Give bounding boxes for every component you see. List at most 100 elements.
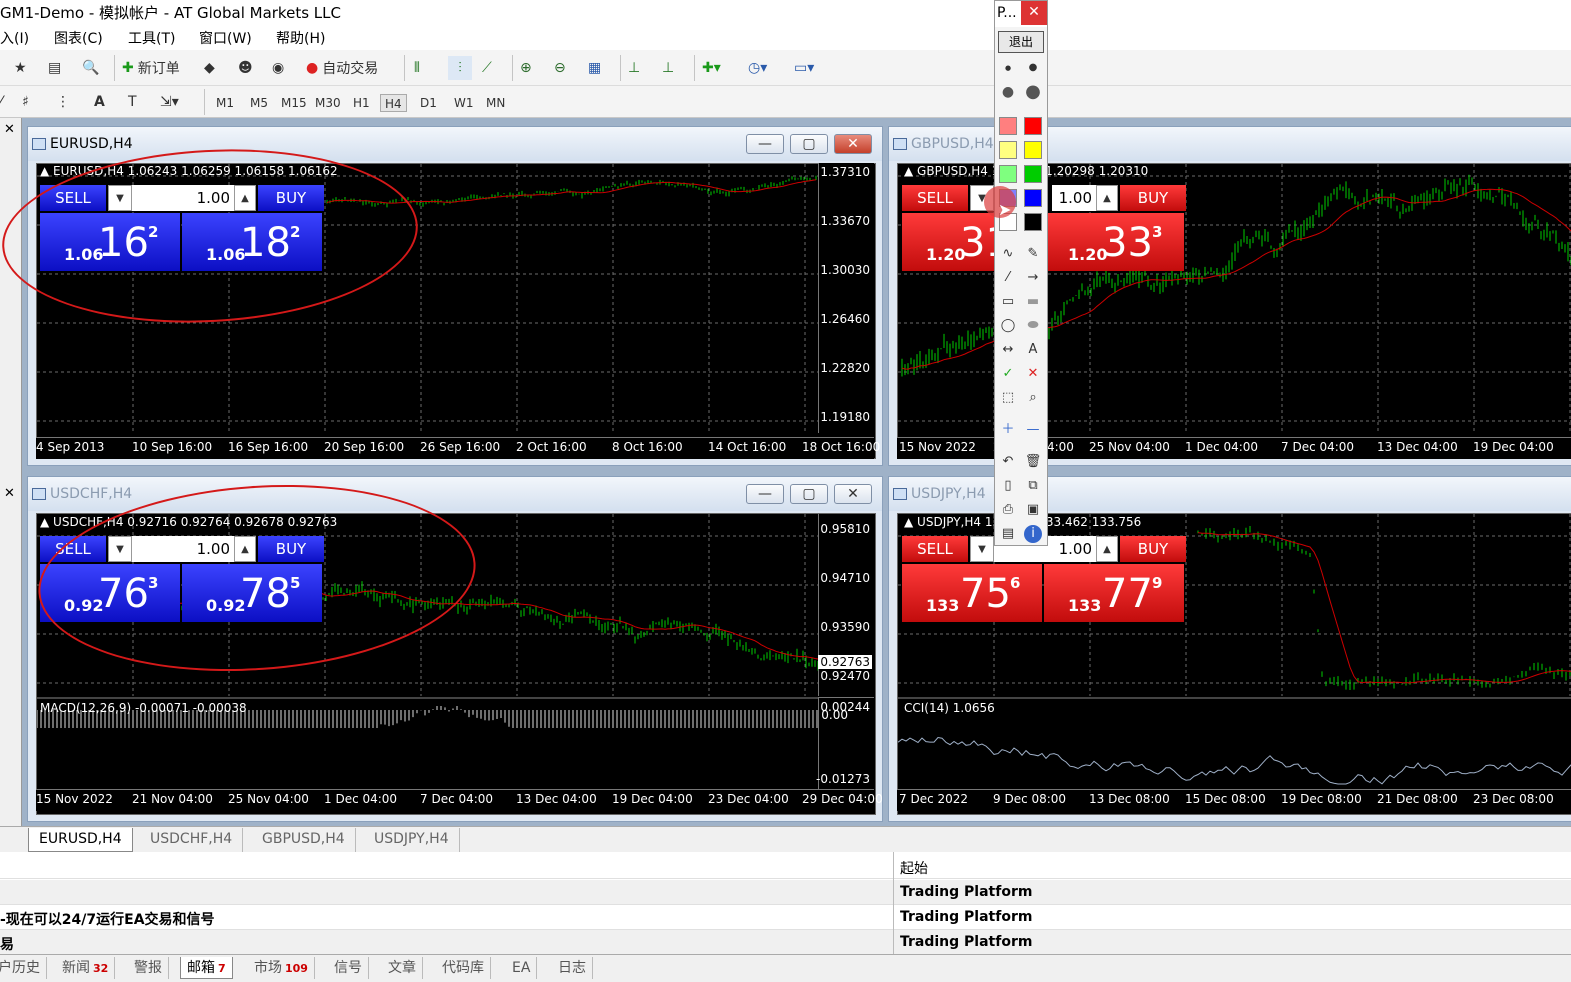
- tf-h4[interactable]: H4: [380, 94, 407, 112]
- filled-ellipse-icon[interactable]: ⬬: [1024, 317, 1042, 335]
- menu-tools[interactable]: 工具(T): [128, 28, 175, 48]
- close-button[interactable]: ✕: [834, 484, 872, 504]
- print-icon[interactable]: ⎙: [999, 501, 1017, 519]
- tab-alerts[interactable]: 警报: [128, 957, 169, 979]
- auto-trading-button[interactable]: ● 自动交易: [306, 56, 378, 80]
- data-window-icon[interactable]: 🔍: [82, 56, 99, 80]
- chart-tab-usdchf[interactable]: USDCHF,H4: [140, 828, 244, 852]
- copy-icon[interactable]: ⧉: [1024, 477, 1042, 495]
- rectangle-icon[interactable]: ▭: [999, 293, 1017, 311]
- trendline-icon[interactable]: ⁄: [0, 90, 2, 114]
- tf-mn[interactable]: MN: [486, 94, 505, 112]
- buy-button[interactable]: BUY: [1120, 536, 1186, 562]
- menu-charts[interactable]: 图表(C): [54, 28, 103, 48]
- menu-insert[interactable]: 插入(I): [0, 28, 29, 48]
- list-item[interactable]: Trading Platform: [0, 880, 1571, 905]
- screenshot-icon[interactable]: ▤: [999, 525, 1017, 543]
- volume-down-icon[interactable]: ▼: [108, 185, 132, 211]
- volume-down-icon[interactable]: ▼: [970, 536, 994, 562]
- eraser-icon[interactable]: ✎: [1024, 245, 1042, 263]
- close-icon[interactable]: ✕: [4, 122, 15, 137]
- new-order-button[interactable]: ✚ 新订单: [122, 56, 180, 80]
- tab-articles[interactable]: 文章: [382, 957, 423, 979]
- tab-journal[interactable]: 日志: [552, 957, 593, 979]
- maximize-button[interactable]: ▢: [790, 134, 828, 154]
- column-divider[interactable]: [893, 852, 894, 954]
- indicators-icon[interactable]: ✚▾: [702, 56, 721, 80]
- arrows-icon[interactable]: ⇲▾: [160, 90, 179, 114]
- terminal-icon[interactable]: ☻: [238, 56, 253, 80]
- volume-down-icon[interactable]: ▼: [108, 536, 132, 562]
- exit-button[interactable]: 退出: [998, 31, 1044, 53]
- sell-button[interactable]: SELL: [40, 185, 106, 211]
- list-item[interactable]: -现在可以24/7运行EA交易和信号 Trading Platform: [0, 905, 1571, 930]
- dot-small-icon[interactable]: ●: [999, 59, 1017, 77]
- sell-button[interactable]: SELL: [902, 185, 968, 211]
- tf-w1[interactable]: W1: [454, 94, 474, 112]
- buy-button[interactable]: BUY: [1120, 185, 1186, 211]
- tf-m5[interactable]: M5: [250, 94, 268, 112]
- fibonacci-icon[interactable]: ♯: [22, 90, 29, 114]
- minus-icon[interactable]: —: [1024, 421, 1042, 439]
- text-tool[interactable]: A: [94, 90, 105, 114]
- menu-help[interactable]: 帮助(H): [276, 28, 325, 48]
- color-swatch[interactable]: [1024, 189, 1042, 207]
- maximize-button[interactable]: ▢: [790, 484, 828, 504]
- undo-icon[interactable]: ↶: [999, 453, 1017, 471]
- chart-tab-gbpusd[interactable]: GBPUSD,H4: [252, 828, 356, 852]
- close-icon[interactable]: ✕: [4, 486, 15, 501]
- volume-input[interactable]: 1.00: [132, 185, 234, 211]
- info-icon[interactable]: i: [1024, 525, 1042, 543]
- zoom-in-icon[interactable]: ⊕: [520, 56, 532, 80]
- zoom-out-icon[interactable]: ⊖: [554, 56, 566, 80]
- buy-price-button[interactable]: 1.20 33 3: [1044, 213, 1184, 271]
- minimize-button[interactable]: —: [746, 484, 784, 504]
- strategy-tester-icon[interactable]: ◉: [272, 56, 284, 80]
- volume-up-icon[interactable]: ▲: [1096, 185, 1118, 211]
- profiles-icon[interactable]: ★: [14, 56, 27, 80]
- minimize-button[interactable]: —: [746, 134, 784, 154]
- text-icon[interactable]: A: [1024, 341, 1042, 359]
- tf-m1[interactable]: M1: [216, 94, 234, 112]
- filled-rectangle-icon[interactable]: ▬: [1024, 293, 1042, 311]
- text-label-tool[interactable]: T: [128, 90, 137, 114]
- periods-icon[interactable]: ◷▾: [748, 56, 767, 80]
- tf-m15[interactable]: M15: [281, 94, 307, 112]
- plus-icon[interactable]: ＋: [999, 421, 1017, 439]
- metaeditor-icon[interactable]: ◆: [204, 56, 215, 80]
- tile-windows-icon[interactable]: ▦: [588, 56, 601, 80]
- color-swatch[interactable]: [1024, 165, 1042, 183]
- buy-price-button[interactable]: 133 77 9: [1044, 564, 1184, 622]
- buy-button[interactable]: BUY: [258, 536, 324, 562]
- menu-window[interactable]: 窗口(W): [199, 28, 252, 48]
- arrow-icon[interactable]: →: [1024, 269, 1042, 287]
- close-icon[interactable]: ✕: [1021, 1, 1047, 25]
- chart-tab-usdjpy[interactable]: USDJPY,H4: [364, 828, 460, 852]
- double-arrow-icon[interactable]: ↔: [999, 341, 1017, 359]
- dot-xlarge-icon[interactable]: ●: [1024, 83, 1042, 101]
- line-icon[interactable]: ⁄: [999, 269, 1017, 287]
- tab-experts[interactable]: EA: [506, 957, 538, 979]
- new-page-icon[interactable]: ▯: [999, 477, 1017, 495]
- tab-mailbox[interactable]: 邮箱 7: [180, 957, 233, 979]
- volume-up-icon[interactable]: ▲: [234, 536, 256, 562]
- tab-news[interactable]: 新闻 32: [56, 957, 116, 979]
- color-swatch[interactable]: [999, 117, 1017, 135]
- color-swatch[interactable]: [1024, 213, 1042, 231]
- color-swatch[interactable]: [999, 141, 1017, 159]
- ellipse-icon[interactable]: ◯: [999, 317, 1017, 335]
- candlestick-icon[interactable]: ⫶: [448, 56, 472, 80]
- sell-price-button[interactable]: 1.06 16 2: [40, 213, 180, 271]
- save-icon[interactable]: ▣: [1024, 501, 1042, 519]
- color-swatch[interactable]: [1024, 141, 1042, 159]
- freehand-icon[interactable]: ∿: [999, 245, 1017, 263]
- dot-medium-icon[interactable]: ●: [1024, 59, 1042, 77]
- chart-tab-eurusd[interactable]: EURUSD,H4: [28, 828, 133, 852]
- sell-button[interactable]: SELL: [902, 536, 968, 562]
- sell-price-button[interactable]: 133 75 6: [902, 564, 1042, 622]
- dot-large-icon[interactable]: ●: [999, 83, 1017, 101]
- tab-signals[interactable]: 信号: [328, 957, 369, 979]
- market-watch-icon[interactable]: ▤: [48, 56, 61, 80]
- volume-input[interactable]: 1.00: [1052, 185, 1096, 211]
- tf-d1[interactable]: D1: [420, 94, 437, 112]
